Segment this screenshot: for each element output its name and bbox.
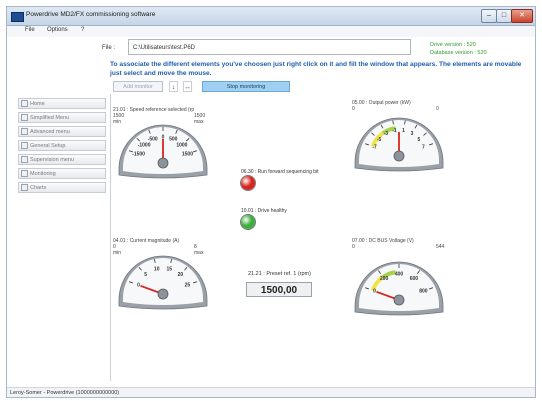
sidebar-item-charts[interactable]: Charts	[18, 182, 106, 193]
gauge-hub	[393, 150, 405, 162]
gauge-tick-label: -1500	[132, 152, 145, 158]
gauge-tick-label: 25	[185, 283, 191, 289]
close-button[interactable]: ✕	[511, 9, 533, 23]
gauge-hub	[157, 288, 169, 300]
gauge-tick-label: 200	[380, 276, 389, 282]
gauge-hub	[393, 294, 405, 306]
gauge-tick-label: 800	[419, 289, 428, 295]
sidebar-item-label: Charts	[30, 185, 47, 191]
sidebar-item-label: General Setup	[30, 143, 66, 149]
setup-icon	[21, 142, 28, 149]
menu-options[interactable]: Options	[47, 27, 68, 33]
led-run-forward-label: 06.30 : Run forward sequencing bit	[241, 169, 319, 175]
menu-bar: File Options ?	[7, 26, 535, 37]
monitoring-icon	[21, 170, 28, 177]
gauge-power[interactable]: -7-5-3-1 1357	[349, 106, 449, 174]
gauge-tick-label: 1500	[182, 152, 193, 158]
sidebar-item-general-setup[interactable]: General Setup	[18, 140, 106, 151]
led-drive-healthy-indicator[interactable]	[241, 215, 255, 229]
drive-version: Drive version : 520	[430, 42, 476, 48]
gauge-speed[interactable]: -1500-1000-500 0 50010001500	[113, 113, 213, 181]
gauge-current[interactable]: 05 10 15 2025	[113, 244, 213, 312]
sidebar-item-supervision-menu[interactable]: Supervision menu	[18, 154, 106, 165]
gauge-dcbus[interactable]: 0 200 400 600 800	[349, 250, 449, 318]
sidebar-item-simplified-menu[interactable]: Simplified Menu	[18, 112, 106, 123]
gauge-tick-label: 1	[402, 128, 405, 134]
gauge-dcbus-title: 07.00 : DC BUS Voltage (V)	[352, 238, 414, 244]
gauge-tick-label: 600	[410, 276, 419, 282]
status-bar: Leroy-Somer - Powerdrive (1000000000000)	[7, 387, 535, 397]
preset-value-display[interactable]: 1500,00	[246, 282, 312, 297]
add-monitor-button[interactable]: Add monitor	[113, 81, 163, 92]
sidebar-item-home[interactable]: Home	[18, 98, 106, 109]
menu-icon	[21, 128, 28, 135]
sidebar-item-label: Supervision menu	[30, 157, 75, 163]
sidebar-item-label: Advanced menu	[30, 129, 70, 135]
align-left-icon[interactable]: ↓	[169, 81, 178, 92]
maximize-button[interactable]: □	[496, 9, 512, 23]
menu-file[interactable]: File	[25, 27, 35, 33]
gauge-tick-label: -5	[377, 137, 382, 143]
gauge-tick-label: 1000	[176, 143, 187, 149]
sidebar-item-label: Simplified Menu	[30, 115, 70, 121]
gauge-tick-label: 0	[137, 283, 140, 289]
database-version: Database version : 520	[430, 50, 487, 56]
gauge-tick-label: -3	[384, 131, 389, 137]
led-drive-healthy-label: 10.01 : Drive healthy	[241, 208, 287, 214]
sidebar: Home Simplified Menu Advanced menu Gener…	[15, 94, 111, 381]
gauge-tick-label: 5	[144, 272, 147, 278]
gauge-tick-label: 10	[154, 266, 160, 272]
supervision-icon	[21, 156, 28, 163]
gauge-tick-label: -500	[148, 137, 158, 143]
home-icon	[21, 100, 28, 107]
title-bar[interactable]: Powerdrive MD2/FX commissioning software…	[7, 7, 535, 26]
stop-monitoring-button[interactable]: Stop monitoring	[202, 81, 290, 92]
gauge-tick-label: 20	[178, 272, 184, 278]
menu-help[interactable]: ?	[81, 27, 84, 33]
instructions-text: To associate the different elements you'…	[110, 61, 522, 77]
app-icon	[11, 12, 24, 22]
sidebar-item-monitoring[interactable]: Monitoring	[18, 168, 106, 179]
chart-icon	[21, 184, 28, 191]
gauge-tick-label: 5	[418, 137, 421, 143]
gauge-tick-label: 7	[422, 145, 425, 151]
file-label: File :	[102, 45, 116, 51]
preset-label: 21.21 : Preset ref. 1 (rpm)	[248, 271, 311, 277]
led-run-forward-indicator[interactable]	[241, 176, 255, 190]
gauge-tick-label: 0	[373, 289, 376, 295]
window-title: Powerdrive MD2/FX commissioning software	[26, 11, 156, 18]
gauge-hub	[157, 157, 169, 169]
gauge-tick-label: -1000	[138, 143, 151, 149]
sidebar-item-advanced-menu[interactable]: Advanced menu	[18, 126, 106, 137]
gauge-tick-label: -1	[392, 128, 397, 134]
gauge-tick-label: -7	[372, 145, 377, 151]
gauge-tick-label: 400	[395, 272, 404, 278]
file-path-field[interactable]: C:\Utilisateurs\test.P6D	[128, 39, 411, 55]
menu-icon	[21, 114, 28, 121]
align-width-icon[interactable]: ↔	[183, 81, 192, 92]
minimize-button[interactable]: –	[481, 9, 497, 23]
gauge-tick-label: 3	[411, 131, 414, 137]
sidebar-item-label: Home	[30, 101, 45, 107]
gauge-tick-label: 15	[167, 266, 173, 272]
sidebar-item-label: Monitoring	[30, 171, 56, 177]
